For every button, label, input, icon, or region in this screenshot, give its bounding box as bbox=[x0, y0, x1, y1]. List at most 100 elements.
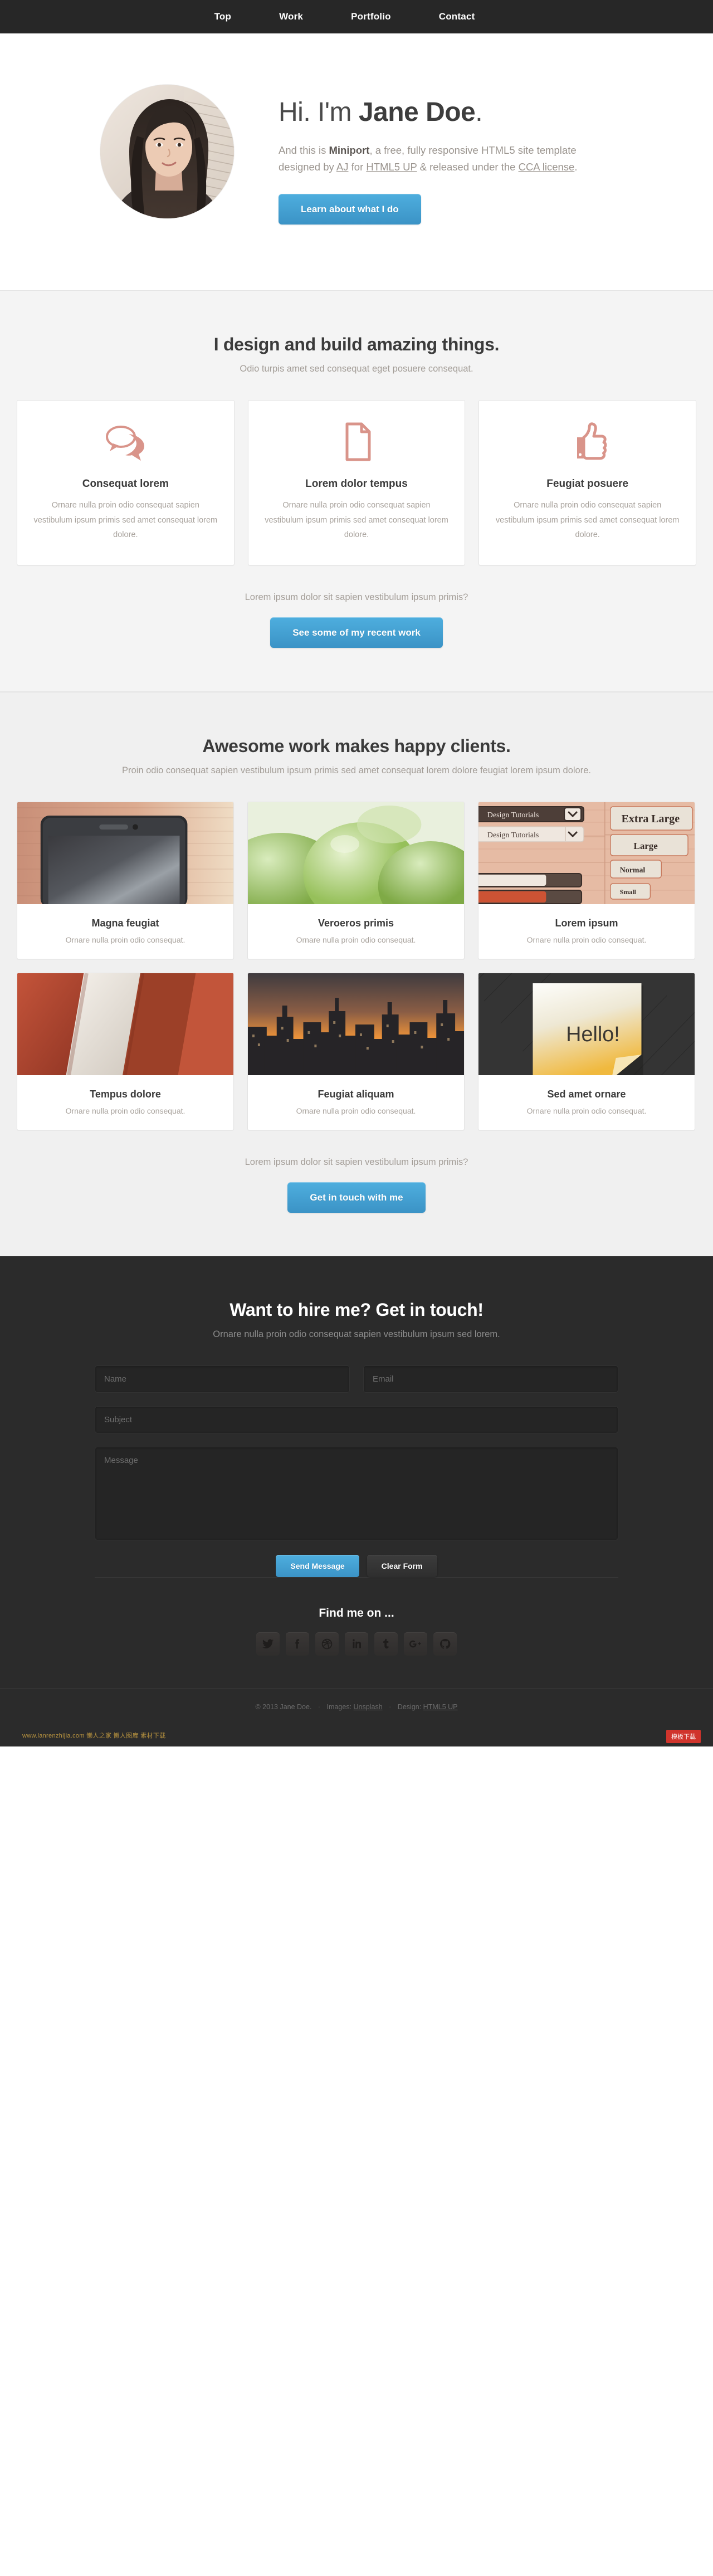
linkedin-icon bbox=[350, 1638, 363, 1650]
social-link-dribbble[interactable] bbox=[315, 1632, 339, 1656]
form-row-subject bbox=[95, 1406, 618, 1434]
footer-separator-1: · bbox=[318, 1703, 321, 1711]
portfolio-grid: Magna feugiat Ornare nulla proin odio co… bbox=[17, 802, 696, 1131]
contact-subtitle: Ornare nulla proin odio consequat sapien… bbox=[213, 1329, 500, 1340]
link-cca-license[interactable]: CCA license bbox=[519, 161, 575, 173]
message-textarea[interactable] bbox=[95, 1447, 618, 1541]
feature-card[interactable]: Consequat lorem Ornare nulla proin odio … bbox=[17, 399, 235, 566]
portfolio-card-title: Sed amet ornare bbox=[547, 1089, 626, 1100]
avatar-wrap bbox=[95, 85, 279, 218]
form-row-message bbox=[95, 1447, 618, 1541]
city-skyline-thumb[interactable] bbox=[248, 973, 464, 1076]
social-divider: Find me on ... bbox=[95, 1577, 618, 1688]
nav-item-top[interactable]: Top bbox=[214, 0, 256, 33]
social-link-tumblr[interactable] bbox=[374, 1632, 398, 1656]
feature-card[interactable]: Lorem dolor tempus Ornare nulla proin od… bbox=[247, 399, 466, 566]
social-link-github[interactable] bbox=[433, 1632, 457, 1656]
contact-title: Want to hire me? Get in touch! bbox=[229, 1300, 484, 1320]
social-link-linkedin[interactable] bbox=[345, 1632, 368, 1656]
speech-bubbles-icon bbox=[32, 422, 219, 465]
portfolio-card-title: Tempus dolore bbox=[90, 1089, 161, 1100]
sticky-note-thumb[interactable]: Hello! bbox=[478, 973, 695, 1076]
portfolio-card-caption: Ornare nulla proin odio consequat. bbox=[296, 935, 416, 945]
portfolio-card[interactable]: Magna feugiat Ornare nulla proin odio co… bbox=[17, 802, 234, 960]
portfolio-card[interactable]: Feugiat aliquam Ornare nulla proin odio … bbox=[247, 973, 465, 1131]
footer-separator-2: · bbox=[389, 1703, 392, 1711]
twitter-icon bbox=[262, 1638, 274, 1650]
hero-intro: And this is Miniport, a free, fully resp… bbox=[279, 142, 613, 175]
thumbs-up-icon bbox=[494, 422, 681, 465]
form-actions: Send Message Clear Form bbox=[95, 1555, 618, 1578]
portfolio-card-caption: Ornare nulla proin odio consequat. bbox=[65, 1106, 185, 1116]
feature-title: Consequat lorem bbox=[82, 477, 169, 490]
send-message-button[interactable]: Send Message bbox=[276, 1555, 359, 1578]
social-link-google-plus[interactable] bbox=[404, 1632, 427, 1656]
portfolio-card-meta: Magna feugiat Ornare nulla proin odio co… bbox=[17, 904, 233, 959]
get-in-touch-button[interactable]: Get in touch with me bbox=[287, 1182, 426, 1213]
ui-kit-thumb[interactable]: Design Tutorials Design Tutorials Extra … bbox=[478, 802, 695, 905]
avatar bbox=[100, 85, 234, 218]
contact-section: Want to hire me? Get in touch! Ornare nu… bbox=[0, 1256, 713, 1689]
portfolio-card-caption: Ornare nulla proin odio consequat. bbox=[526, 1106, 647, 1116]
nav-item-contact[interactable]: Contact bbox=[415, 0, 499, 33]
learn-about-button[interactable]: Learn about what I do bbox=[279, 193, 421, 225]
portfolio-card-title: Veroeros primis bbox=[318, 918, 394, 929]
ui-kit-select-2-label: Design Tutorials bbox=[487, 831, 539, 840]
ui-kit-btn-small-label: Small bbox=[620, 888, 637, 896]
red-paper-thumb[interactable] bbox=[17, 973, 233, 1076]
phone-on-wood-thumb[interactable] bbox=[17, 802, 233, 905]
email-input[interactable] bbox=[363, 1365, 618, 1393]
brand-name: Miniport bbox=[329, 144, 370, 156]
greeting-suffix: . bbox=[475, 97, 483, 127]
link-aj[interactable]: AJ bbox=[336, 161, 349, 173]
portfolio-card[interactable]: Hello! Sed amet ornare Ornare nulla proi… bbox=[478, 973, 695, 1131]
portfolio-card[interactable]: Veroeros primis Ornare nulla proin odio … bbox=[247, 802, 465, 960]
link-html5up[interactable]: HTML5 UP bbox=[366, 161, 417, 173]
portfolio-card-caption: Ornare nulla proin odio consequat. bbox=[65, 935, 185, 945]
hero-text: Hi. I'm Jane Doe. And this is Miniport, … bbox=[279, 85, 618, 225]
site-watermark: www.lanrenzhijia.com 懒人之家 懒人图库 素材下载 bbox=[22, 1733, 166, 1740]
footer-images-label: Images: bbox=[326, 1703, 352, 1711]
contact-form: Send Message Clear Form bbox=[95, 1365, 618, 1578]
footer: © 2013 Jane Doe. · Images: Unsplash · De… bbox=[0, 1688, 713, 1728]
portfolio-card-title: Feugiat aliquam bbox=[318, 1089, 394, 1100]
ui-kit-btn-large-label: Large bbox=[634, 841, 658, 851]
tumblr-icon bbox=[380, 1638, 392, 1650]
portfolio-card-meta: Veroeros primis Ornare nulla proin odio … bbox=[248, 904, 464, 959]
work-title: I design and build amazing things. bbox=[213, 334, 500, 354]
portfolio-card[interactable]: Design Tutorials Design Tutorials Extra … bbox=[478, 802, 695, 960]
feature-card[interactable]: Feugiat posuere Ornare nulla proin odio … bbox=[478, 399, 697, 566]
dribbble-icon bbox=[321, 1638, 333, 1650]
work-section: I design and build amazing things. Odio … bbox=[0, 290, 713, 692]
feature-body: Ornare nulla proin odio consequat sapien… bbox=[265, 500, 448, 540]
portfolio-subtitle: Proin odio consequat sapien vestibulum i… bbox=[122, 765, 591, 776]
nav-item-portfolio[interactable]: Portfolio bbox=[327, 0, 415, 33]
portfolio-card-meta: Lorem ipsum Ornare nulla proin odio cons… bbox=[478, 904, 695, 959]
see-recent-work-button[interactable]: See some of my recent work bbox=[270, 617, 443, 648]
footer-design-link[interactable]: HTML5 UP bbox=[423, 1703, 458, 1711]
footer-images-link[interactable]: Unsplash bbox=[354, 1703, 383, 1711]
main-nav: Top Work Portfolio Contact bbox=[0, 0, 713, 33]
portfolio-section: Awesome work makes happy clients. Proin … bbox=[0, 692, 713, 1257]
feature-body: Ornare nulla proin odio consequat sapien… bbox=[495, 500, 680, 540]
name-input[interactable] bbox=[95, 1365, 350, 1393]
clear-form-button[interactable]: Clear Form bbox=[367, 1555, 437, 1578]
portfolio-card-meta: Sed amet ornare Ornare nulla proin odio … bbox=[478, 1075, 695, 1130]
portfolio-card-caption: Ornare nulla proin odio consequat. bbox=[296, 1106, 416, 1116]
footer-design-label: Design: bbox=[397, 1703, 422, 1711]
intro-part-5: . bbox=[574, 160, 578, 173]
portfolio-card[interactable]: Tempus dolore Ornare nulla proin odio co… bbox=[17, 973, 234, 1131]
feature-body: Ornare nulla proin odio consequat sapien… bbox=[33, 500, 218, 540]
portfolio-card-title: Lorem ipsum bbox=[555, 918, 618, 929]
social-links bbox=[95, 1632, 618, 1688]
social-link-twitter[interactable] bbox=[256, 1632, 280, 1656]
green-balloons-thumb[interactable] bbox=[248, 802, 464, 905]
template-download-badge[interactable]: 模板下载 bbox=[666, 1730, 701, 1744]
subject-input[interactable] bbox=[95, 1406, 618, 1434]
nav-item-work[interactable]: Work bbox=[255, 0, 327, 33]
work-cta-line: Lorem ipsum dolor sit sapien vestibulum … bbox=[245, 592, 468, 603]
social-link-facebook[interactable] bbox=[286, 1632, 309, 1656]
feature-title: Feugiat posuere bbox=[546, 477, 629, 490]
facebook-icon bbox=[291, 1638, 304, 1650]
document-icon bbox=[263, 422, 451, 465]
